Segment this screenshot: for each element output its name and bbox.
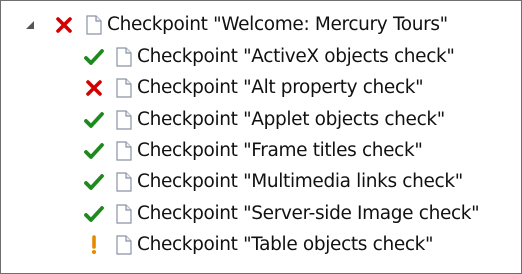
document-icon	[115, 140, 133, 162]
checkmark-icon	[83, 203, 105, 225]
exclamation-icon	[83, 234, 105, 256]
tree-node-child[interactable]: Checkpoint "Applet objects check"	[83, 104, 445, 136]
document-icon	[115, 109, 133, 131]
tree-node-child[interactable]: Checkpoint "Multimedia links check"	[83, 166, 463, 198]
tree-node-label: Checkpoint "Multimedia links check"	[137, 171, 463, 193]
checkpoint-tree: Checkpoint "Welcome: Mercury Tours" Chec…	[1, 1, 521, 273]
document-icon	[115, 77, 133, 99]
document-icon	[85, 14, 103, 36]
tree-node-child[interactable]: Checkpoint "Server-side Image check"	[83, 198, 480, 230]
document-icon	[115, 203, 133, 225]
tree-node-child[interactable]: Checkpoint "Alt property check"	[83, 72, 424, 104]
checkmark-icon	[83, 171, 105, 193]
tree-node-label: Checkpoint "ActiveX objects check"	[137, 46, 455, 67]
checkpoint-results-panel: Checkpoint "Welcome: Mercury Tours" Chec…	[0, 0, 522, 274]
tree-node-label: Checkpoint "Server-side Image check"	[137, 202, 480, 224]
collapse-triangle-icon[interactable]	[23, 18, 37, 32]
checkmark-icon	[83, 109, 105, 131]
tree-node-child[interactable]: Checkpoint "ActiveX objects check"	[83, 41, 455, 73]
tree-node-label: Checkpoint "Welcome: Mercury Tours"	[107, 14, 448, 35]
document-icon	[115, 171, 133, 193]
document-icon	[115, 234, 133, 256]
document-icon	[115, 46, 133, 68]
tree-node-root[interactable]: Checkpoint "Welcome: Mercury Tours"	[23, 9, 448, 41]
checkmark-icon	[83, 140, 105, 162]
tree-node-label: Checkpoint "Table objects check"	[137, 233, 434, 255]
tree-node-label: Checkpoint "Alt property check"	[137, 77, 424, 99]
tree-node-label: Checkpoint "Applet objects check"	[137, 108, 445, 130]
tree-node-label: Checkpoint "Frame titles check"	[137, 139, 423, 161]
cross-icon	[83, 77, 105, 99]
cross-icon	[53, 14, 75, 36]
tree-node-child[interactable]: Checkpoint "Frame titles check"	[83, 135, 423, 167]
checkmark-icon	[83, 46, 105, 68]
tree-node-child[interactable]: Checkpoint "Table objects check"	[83, 229, 434, 261]
